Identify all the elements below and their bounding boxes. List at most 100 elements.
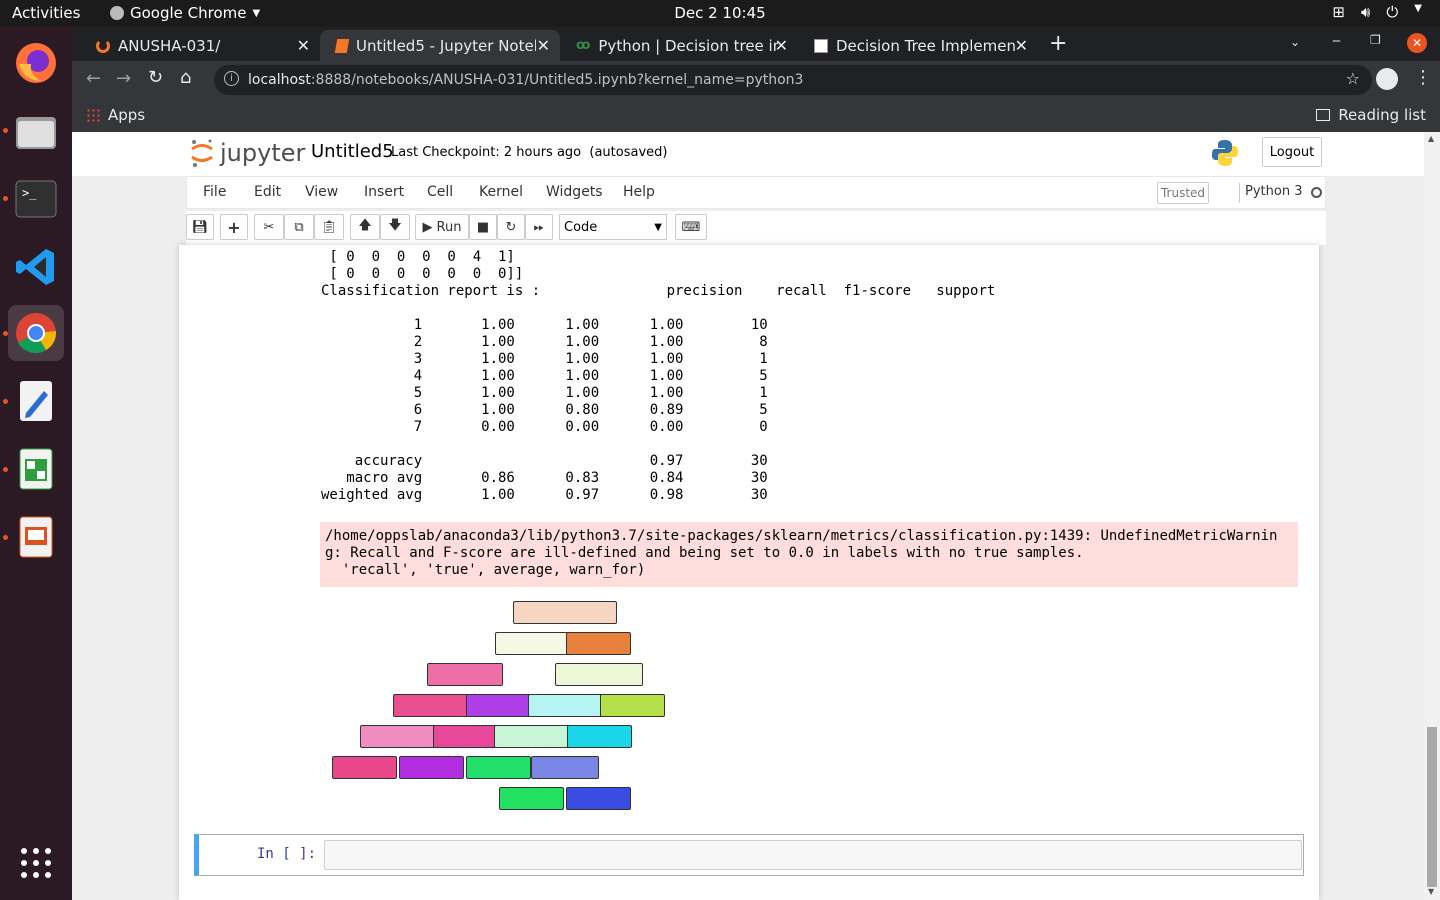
tree-node — [433, 725, 497, 748]
apps-shortcut[interactable]: Apps — [86, 106, 145, 124]
notebook-name[interactable]: Untitled5 — [311, 141, 394, 162]
input-prompt: In [ ]: — [257, 846, 317, 862]
jupyter-book-icon — [334, 38, 350, 53]
system-tray[interactable]: ⊞ 🔊︎ ⏻ ▼ — [1332, 3, 1422, 21]
show-apps-icon[interactable] — [8, 835, 64, 891]
menu-view[interactable]: View — [305, 184, 338, 200]
menu-insert[interactable]: Insert — [364, 184, 404, 200]
warning-output: /home/oppslab/anaconda3/lib/python3.7/si… — [320, 522, 1298, 587]
reload-icon[interactable]: ↻ — [148, 67, 163, 88]
insert-cell-icon[interactable]: + — [220, 214, 248, 240]
tab-3[interactable]: Decision Tree Implementa ✕ — [798, 30, 1038, 61]
menu-cell[interactable]: Cell — [427, 184, 453, 200]
menu-help[interactable]: Help — [623, 184, 655, 200]
menu-file[interactable]: File — [203, 184, 226, 200]
running-indicator — [3, 467, 8, 472]
interrupt-icon[interactable]: ■ — [469, 214, 497, 240]
more-menu-icon[interactable]: ⋮ — [1414, 67, 1432, 88]
minimize-icon[interactable]: ‒ — [1332, 33, 1341, 49]
trusted-indicator[interactable]: Trusted — [1157, 182, 1209, 204]
checkpoint-status: Last Checkpoint: 2 hours ago (autosaved) — [391, 145, 667, 160]
forward-icon[interactable]: → — [116, 68, 131, 89]
page-scrollbar[interactable]: ▲ ▼ — [1424, 132, 1440, 900]
tree-node — [528, 694, 604, 717]
tab-title: ANUSHA-031/ — [118, 36, 221, 55]
tree-node — [399, 756, 464, 779]
tab-strip: ANUSHA-031/ ✕ Untitled5 - Jupyter Noteb … — [72, 27, 1440, 61]
cell-type-select[interactable]: Code ▼ — [559, 214, 667, 240]
profile-icon[interactable] — [1376, 68, 1398, 90]
jupyter-logo-text: jupyter — [220, 139, 306, 167]
move-down-icon[interactable]: 🡇 — [380, 214, 410, 240]
system-top-bar: Activities Google Chrome ▼ Dec 2 10:45 ⊞… — [0, 0, 1440, 27]
jupyter-header: jupyter Untitled5 Last Checkpoint: 2 hou… — [72, 132, 1440, 176]
scrollbar-thumb[interactable] — [1427, 727, 1437, 887]
close-tab-icon[interactable]: ✕ — [1015, 36, 1028, 55]
close-tab-icon[interactable]: ✕ — [297, 36, 310, 55]
impress-icon[interactable] — [8, 509, 64, 565]
run-button[interactable]: ▶ Run — [415, 214, 469, 240]
text-editor-icon[interactable] — [8, 373, 64, 429]
url-path: :8888/notebooks/ANUSHA-031/Untitled5.ipy… — [310, 72, 804, 88]
clock[interactable]: Dec 2 10:45 — [0, 4, 1440, 22]
close-window-icon[interactable]: ✕ — [1407, 33, 1427, 53]
menu-edit[interactable]: Edit — [254, 184, 281, 200]
scroll-down-icon[interactable]: ▼ — [1428, 887, 1434, 896]
new-tab-icon[interactable]: + — [1049, 31, 1067, 56]
paste-icon[interactable]: 📋︎ — [314, 214, 344, 240]
restart-run-all-icon[interactable]: ⏩︎ — [525, 214, 553, 240]
files-icon[interactable] — [8, 103, 64, 159]
running-indicator — [3, 399, 8, 404]
scroll-up-icon[interactable]: ▲ — [1428, 134, 1434, 143]
kernel-divider — [1239, 183, 1240, 203]
vscode-icon[interactable] — [8, 239, 64, 295]
apps-label: Apps — [108, 106, 146, 124]
calc-icon[interactable] — [8, 441, 64, 497]
tab-title: Decision Tree Implementa — [836, 36, 1016, 55]
tree-node — [495, 632, 571, 655]
bookmark-star-icon[interactable]: ☆ — [1346, 69, 1360, 88]
back-icon[interactable]: ← — [86, 68, 101, 89]
info-icon: i — [224, 71, 239, 86]
network-icon: ⊞ — [1332, 3, 1345, 21]
menu-kernel[interactable]: Kernel — [479, 184, 523, 200]
cut-icon[interactable]: ✂ — [254, 214, 284, 240]
terminal-icon[interactable]: >_ — [8, 171, 64, 227]
decision-tree-plot — [331, 597, 671, 812]
tab-0[interactable]: ANUSHA-031/ ✕ — [80, 30, 320, 61]
move-up-icon[interactable]: 🡅 — [350, 214, 380, 240]
reading-list-icon — [1316, 109, 1331, 121]
address-bar[interactable]: i localhost:8888/notebooks/ANUSHA-031/Un… — [214, 65, 1372, 95]
empty-code-cell[interactable]: In [ ]: — [194, 834, 1304, 876]
logout-button[interactable]: Logout — [1262, 137, 1322, 167]
menu-widgets[interactable]: Widgets — [546, 184, 603, 200]
svg-text:>_: >_ — [22, 186, 37, 200]
jupyter-logo-icon — [191, 139, 213, 167]
close-tab-icon[interactable]: ✕ — [775, 36, 788, 55]
checkpoint-text: Last Checkpoint: 2 hours ago — [391, 145, 582, 160]
tab-search-icon[interactable]: ⌄ — [1290, 35, 1300, 49]
command-palette-icon[interactable]: ⌨ — [675, 214, 707, 240]
close-tab-icon[interactable]: ✕ — [537, 36, 550, 55]
copy-icon[interactable]: ⧉ — [284, 214, 314, 240]
tree-node — [555, 663, 643, 686]
save-icon[interactable]: 💾︎ — [186, 214, 214, 240]
jupyter-logo[interactable]: jupyter — [190, 138, 305, 168]
chrome-icon[interactable] — [8, 305, 64, 361]
dock: >_ — [0, 27, 72, 900]
kernel-name[interactable]: Python 3 — [1245, 184, 1302, 199]
tab-2[interactable]: ꝏ Python | Decision tree imp ✕ — [560, 30, 798, 61]
tab-1[interactable]: Untitled5 - Jupyter Noteb ✕ — [320, 30, 560, 61]
maximize-icon[interactable]: ❐ — [1370, 33, 1381, 47]
tree-node — [513, 601, 617, 624]
home-icon[interactable]: ⌂ — [180, 67, 191, 88]
bookmarks-bar: Apps Reading list — [72, 99, 1440, 132]
apps-grid-icon — [86, 108, 100, 122]
jupyter-toolbar: 💾︎ + ✂ ⧉ 📋︎ 🡅 🡇 ▶ Run ■ ↻ ⏩︎ Code ▼ ⌨ — [186, 211, 1326, 245]
code-input[interactable] — [324, 840, 1302, 870]
running-indicator — [3, 196, 8, 201]
reading-list-button[interactable]: Reading list — [1316, 106, 1426, 124]
gfg-favicon-icon: ꝏ — [576, 38, 591, 53]
firefox-icon[interactable] — [8, 35, 64, 91]
restart-icon[interactable]: ↻ — [497, 214, 525, 240]
